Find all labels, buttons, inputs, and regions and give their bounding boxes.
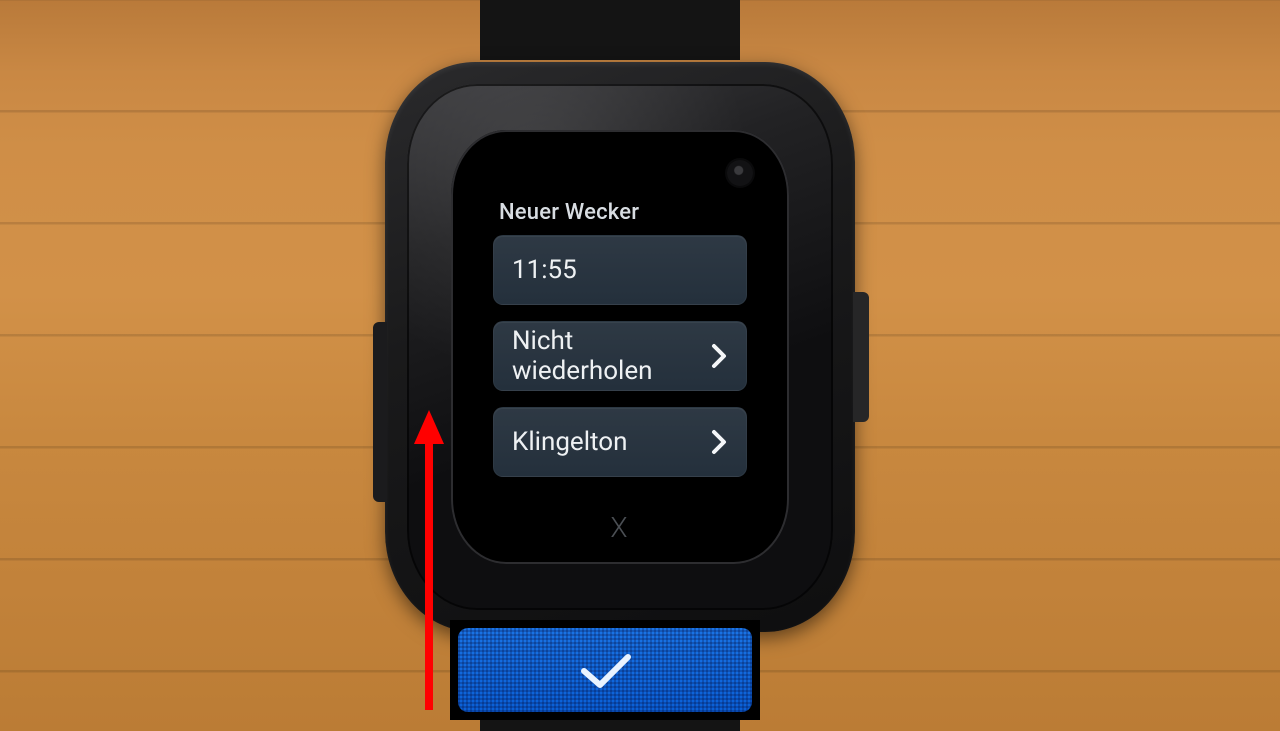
page-title: Neuer Wecker	[499, 200, 741, 225]
watch-bezel: Neuer Wecker 11:55 Nicht wiederholen	[407, 84, 833, 610]
camera-lens	[727, 160, 753, 186]
watch-body: Neuer Wecker 11:55 Nicht wiederholen	[385, 62, 855, 632]
repeat-label: Nicht wiederholen	[512, 326, 710, 386]
ringtone-item[interactable]: Klingelton	[493, 407, 747, 477]
alarm-time-label: 11:55	[512, 255, 577, 285]
confirm-button[interactable]	[458, 628, 752, 712]
chevron-right-icon	[710, 428, 728, 456]
confirm-callout	[450, 620, 760, 720]
chevron-right-icon	[710, 342, 728, 370]
check-icon	[570, 645, 640, 695]
repeat-item[interactable]: Nicht wiederholen	[493, 321, 747, 391]
home-button-x-icon[interactable]: X	[610, 511, 629, 544]
watch-glass: Neuer Wecker 11:55 Nicht wiederholen	[451, 130, 789, 564]
watch-screen[interactable]: Neuer Wecker 11:55 Nicht wiederholen	[493, 200, 747, 486]
alarm-time-item[interactable]: 11:55	[493, 235, 747, 305]
scene: Neuer Wecker 11:55 Nicht wiederholen	[0, 0, 1280, 731]
ringtone-label: Klingelton	[512, 427, 627, 457]
